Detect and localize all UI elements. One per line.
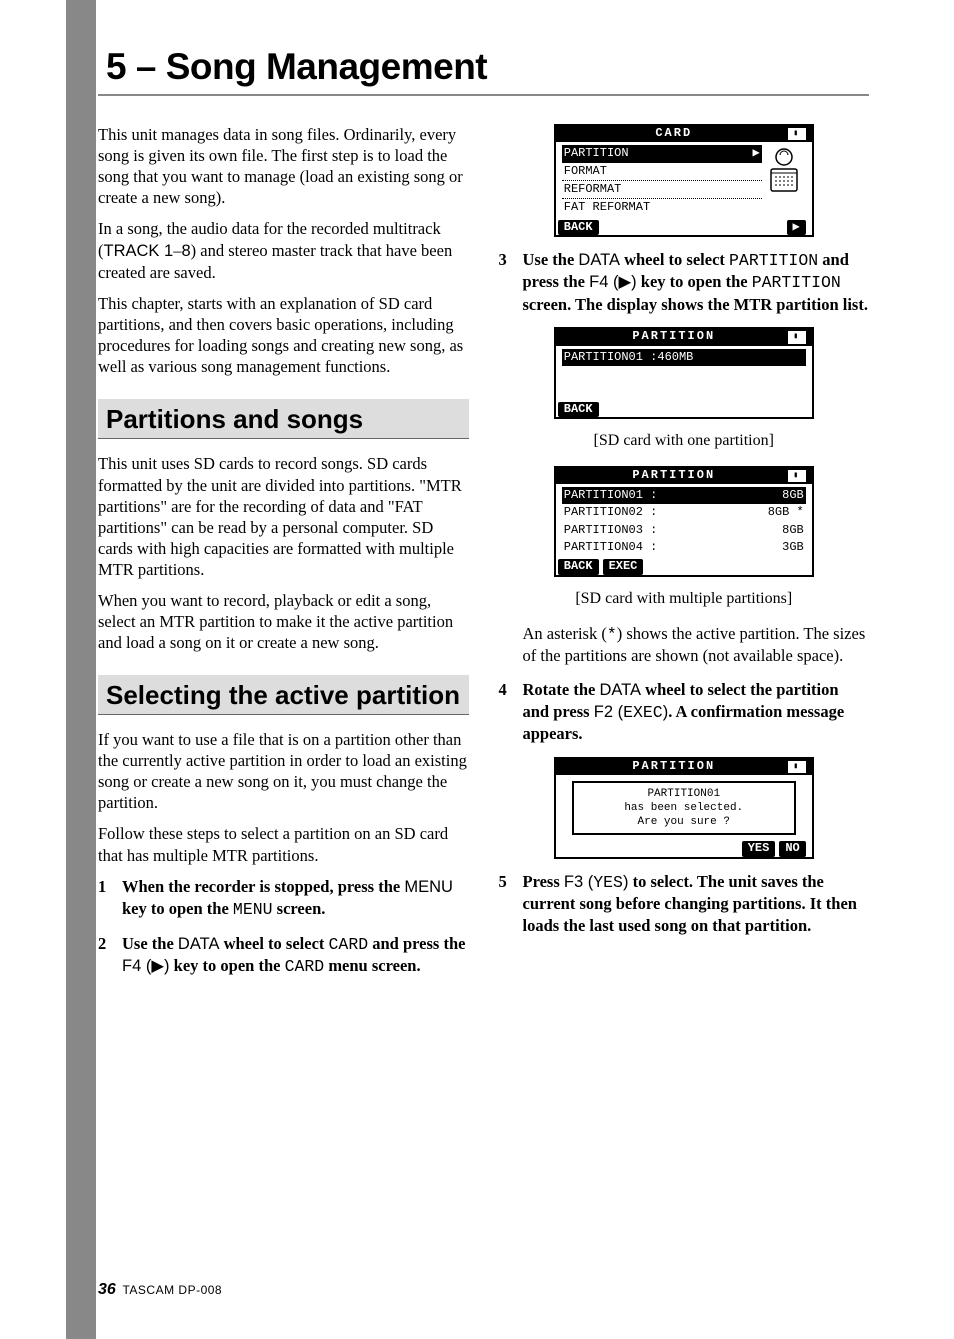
intro-para-1: This unit manages data in song files. Or… bbox=[98, 124, 469, 208]
partition-row: PARTITION03 :8GB bbox=[562, 522, 806, 539]
menu-item-fat-reformat: FAT REFORMAT bbox=[562, 199, 762, 216]
step-list-right-5: 5 Press F3 (YES) to select. The unit sav… bbox=[499, 871, 870, 936]
sec1-para-1: This unit uses SD cards to record songs.… bbox=[98, 453, 469, 580]
battery-icon: ▮ bbox=[788, 331, 806, 343]
step-3-post: An asterisk (*) shows the active partiti… bbox=[499, 623, 870, 666]
page-number: 36 bbox=[98, 1281, 116, 1298]
step-num: 2 bbox=[98, 933, 122, 978]
section-title-partitions: Partitions and songs bbox=[98, 399, 469, 439]
step-num: 1 bbox=[98, 876, 122, 921]
sdcard-icon bbox=[765, 147, 803, 195]
battery-icon: ▮ bbox=[788, 470, 806, 482]
step-2: 2 Use the DATA wheel to select CARD and … bbox=[98, 933, 469, 978]
menu-item-format: FORMAT bbox=[562, 163, 762, 181]
intro-para-2: In a song, the audio data for the record… bbox=[98, 218, 469, 282]
chapter-title: 5 – Song Management bbox=[106, 46, 487, 87]
sec2-para-1: If you want to use a file that is on a p… bbox=[98, 729, 469, 813]
menu-item-reformat: REFORMAT bbox=[562, 181, 762, 199]
partition-row: PARTITION01 :8GB bbox=[562, 487, 806, 504]
step-1: 1 When the recorder is stopped, press th… bbox=[98, 876, 469, 921]
screen-confirm: PARTITION▮ PARTITION01 has been selected… bbox=[554, 757, 814, 859]
partition-row: PARTITION01 :460MB bbox=[562, 349, 806, 366]
step-list-left: 1 When the recorder is stopped, press th… bbox=[98, 876, 469, 978]
battery-icon: ▮ bbox=[788, 761, 806, 773]
step-num: 4 bbox=[499, 679, 523, 745]
battery-icon: ▮ bbox=[788, 128, 806, 140]
section-title-selecting: Selecting the active partition bbox=[98, 675, 469, 715]
play-icon: ▶ bbox=[787, 220, 806, 235]
screen-card: CARD▮ PARTITION▶ FORMAT REFORMAT FAT REF… bbox=[554, 124, 814, 237]
caption-single: [SD card with one partition] bbox=[499, 431, 870, 451]
sec1-para-2: When you want to record, playback or edi… bbox=[98, 590, 469, 653]
chapter-header: 5 – Song Management bbox=[98, 40, 869, 96]
content-columns: This unit manages data in song files. Or… bbox=[98, 124, 869, 989]
screen-partition-single: PARTITION▮ PARTITION01 :460MB * BACK bbox=[554, 327, 814, 419]
step-num: 5 bbox=[499, 871, 523, 936]
step-3: 3 Use the DATA wheel to select PARTITION… bbox=[499, 249, 870, 315]
no-button: NO bbox=[779, 841, 805, 856]
partition-row: PARTITION02 :8GB * bbox=[562, 504, 806, 521]
partition-row: PARTITION04 :3GB bbox=[562, 539, 806, 556]
back-button: BACK bbox=[558, 402, 599, 417]
step-list-right-3: 3 Use the DATA wheel to select PARTITION… bbox=[499, 249, 870, 315]
right-column: CARD▮ PARTITION▶ FORMAT REFORMAT FAT REF… bbox=[499, 124, 870, 989]
model-name: TASCAM DP-008 bbox=[122, 1283, 222, 1297]
menu-item-partition: PARTITION▶ bbox=[562, 145, 762, 162]
exec-button: EXEC bbox=[603, 559, 644, 574]
left-column: This unit manages data in song files. Or… bbox=[98, 124, 469, 989]
intro-para-3: This chapter, starts with an explanation… bbox=[98, 293, 469, 377]
yes-button: YES bbox=[742, 841, 776, 856]
step-num: 3 bbox=[499, 249, 523, 315]
step-list-right-4: 4 Rotate the DATA wheel to select the pa… bbox=[499, 679, 870, 745]
step-5: 5 Press F3 (YES) to select. The unit sav… bbox=[499, 871, 870, 936]
sec2-para-2: Follow these steps to select a partition… bbox=[98, 823, 469, 865]
back-button: BACK bbox=[558, 559, 599, 574]
left-margin-bar bbox=[66, 0, 96, 1339]
back-button: BACK bbox=[558, 220, 599, 235]
screen-partition-multi: PARTITION▮ PARTITION01 :8GBPARTITION02 :… bbox=[554, 466, 814, 577]
caption-multi: [SD card with multiple partitions] bbox=[499, 589, 870, 609]
page-footer: 36 TASCAM DP-008 bbox=[98, 1281, 222, 1299]
step-4: 4 Rotate the DATA wheel to select the pa… bbox=[499, 679, 870, 745]
